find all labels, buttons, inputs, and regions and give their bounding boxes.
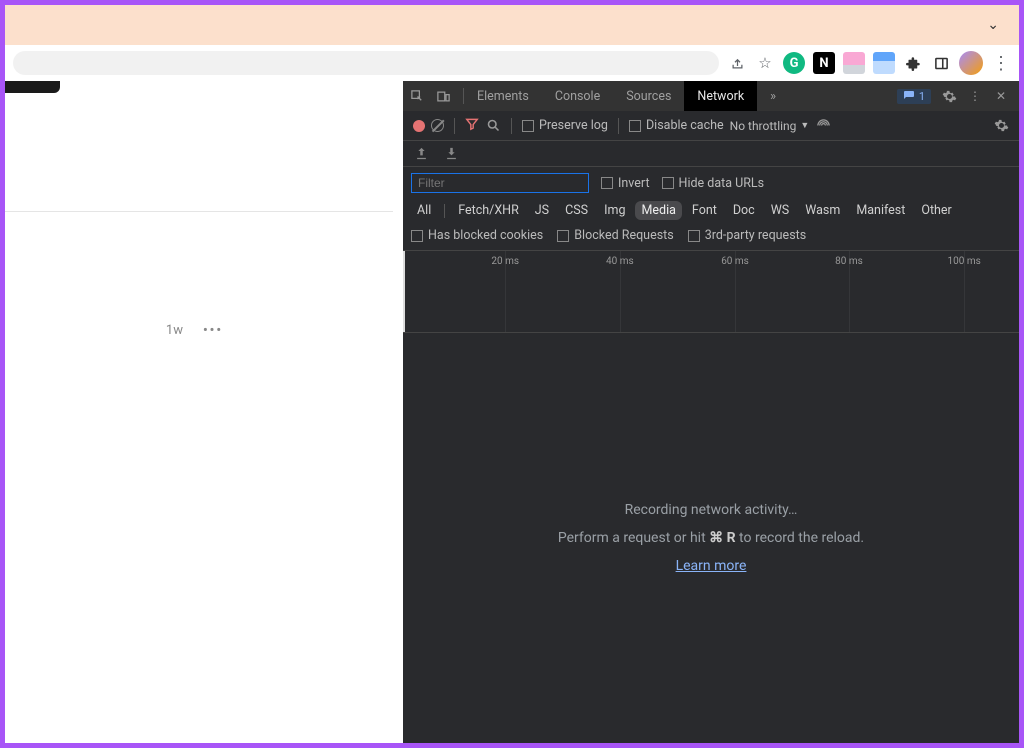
type-media[interactable]: Media xyxy=(635,201,681,220)
tab-overflow-icon[interactable]: » xyxy=(757,81,789,111)
share-icon[interactable] xyxy=(727,53,747,73)
address-bar[interactable] xyxy=(13,51,719,75)
post-timestamp: 1w xyxy=(166,323,183,338)
type-ws[interactable]: WS xyxy=(765,201,796,220)
throttling-dropdown[interactable]: No throttling ▼ xyxy=(730,119,810,133)
notification-banner: ⌄ xyxy=(5,5,1019,45)
learn-more-link[interactable]: Learn more xyxy=(676,558,747,574)
type-wasm[interactable]: Wasm xyxy=(799,201,846,220)
type-other[interactable]: Other xyxy=(915,201,957,220)
preserve-log-checkbox[interactable]: Preserve log xyxy=(522,118,608,133)
divider xyxy=(5,211,393,212)
tab-elements[interactable]: Elements xyxy=(464,81,542,111)
blocked-requests-checkbox[interactable]: Blocked Requests xyxy=(557,228,673,243)
type-css[interactable]: CSS xyxy=(559,201,594,220)
filter-input[interactable] xyxy=(411,173,589,193)
extension-pink-icon[interactable] xyxy=(843,52,865,74)
browser-toolbar: ☆ G N ⋮ xyxy=(5,45,1019,81)
disable-cache-checkbox[interactable]: Disable cache xyxy=(629,118,724,133)
more-options-icon[interactable]: ••• xyxy=(203,323,223,338)
type-fetchxhr[interactable]: Fetch/XHR xyxy=(452,201,525,220)
type-manifest[interactable]: Manifest xyxy=(850,201,911,220)
type-font[interactable]: Font xyxy=(686,201,723,220)
extension-window-icon[interactable] xyxy=(873,52,895,74)
devtools-menu-icon[interactable]: ⋮ xyxy=(967,88,983,104)
record-button[interactable] xyxy=(413,120,425,132)
timeline-playhead xyxy=(403,251,405,332)
issues-count: 1 xyxy=(919,90,925,103)
profile-avatar[interactable] xyxy=(959,51,983,75)
tab-network[interactable]: Network xyxy=(684,81,757,111)
network-timeline[interactable]: 20 ms 40 ms 60 ms 80 ms 100 ms xyxy=(403,251,1019,333)
page-element-bar xyxy=(5,81,60,93)
type-all[interactable]: All xyxy=(411,201,437,220)
third-party-checkbox[interactable]: 3rd-party requests xyxy=(688,228,806,243)
issues-badge[interactable]: 1 xyxy=(897,89,931,104)
browser-menu-icon[interactable]: ⋮ xyxy=(991,53,1011,73)
page-content: 1w ••• xyxy=(5,81,403,743)
blocked-cookies-checkbox[interactable]: Has blocked cookies xyxy=(411,228,543,243)
extensions-icon[interactable] xyxy=(903,53,923,73)
empty-title: Recording network activity… xyxy=(625,502,798,518)
tab-sources[interactable]: Sources xyxy=(613,81,684,111)
network-toolbar-2 xyxy=(403,141,1019,167)
bookmark-star-icon[interactable]: ☆ xyxy=(755,53,775,73)
chevron-down-icon[interactable]: ⌄ xyxy=(987,17,999,33)
type-doc[interactable]: Doc xyxy=(727,201,761,220)
empty-instruction: Perform a request or hit ⌘ R to record t… xyxy=(558,530,864,546)
import-har-icon[interactable] xyxy=(443,146,459,162)
additional-filters: Has blocked cookies Blocked Requests 3rd… xyxy=(403,224,1019,251)
devtools-panel: Elements Console Sources Network » 1 ⋮ xyxy=(403,81,1019,743)
inspect-element-icon[interactable] xyxy=(409,88,425,104)
export-har-icon[interactable] xyxy=(413,146,429,162)
filter-row: Invert Hide data URLs xyxy=(403,167,1019,197)
devtools-tab-bar: Elements Console Sources Network » 1 ⋮ xyxy=(403,81,1019,111)
extension-grammarly-icon[interactable]: G xyxy=(783,52,805,74)
type-js[interactable]: JS xyxy=(529,201,555,220)
clear-button[interactable] xyxy=(431,119,444,132)
network-toolbar: Preserve log Disable cache No throttling… xyxy=(403,111,1019,141)
type-img[interactable]: Img xyxy=(598,201,631,220)
close-devtools-icon[interactable]: ✕ xyxy=(993,88,1009,104)
settings-gear-icon[interactable] xyxy=(941,88,957,104)
resource-type-filter: All Fetch/XHR JS CSS Img Media Font Doc … xyxy=(403,197,1019,224)
filter-icon[interactable] xyxy=(465,117,479,135)
search-icon[interactable] xyxy=(485,118,501,134)
network-settings-gear-icon[interactable] xyxy=(993,118,1009,134)
invert-checkbox[interactable]: Invert xyxy=(601,176,650,191)
network-conditions-icon[interactable] xyxy=(815,118,831,134)
tab-console[interactable]: Console xyxy=(542,81,613,111)
extension-notion-icon[interactable]: N xyxy=(813,52,835,74)
side-panel-icon[interactable] xyxy=(931,53,951,73)
network-empty-state: Recording network activity… Perform a re… xyxy=(403,333,1019,743)
device-toolbar-icon[interactable] xyxy=(435,88,451,104)
hide-data-urls-checkbox[interactable]: Hide data URLs xyxy=(662,176,765,191)
